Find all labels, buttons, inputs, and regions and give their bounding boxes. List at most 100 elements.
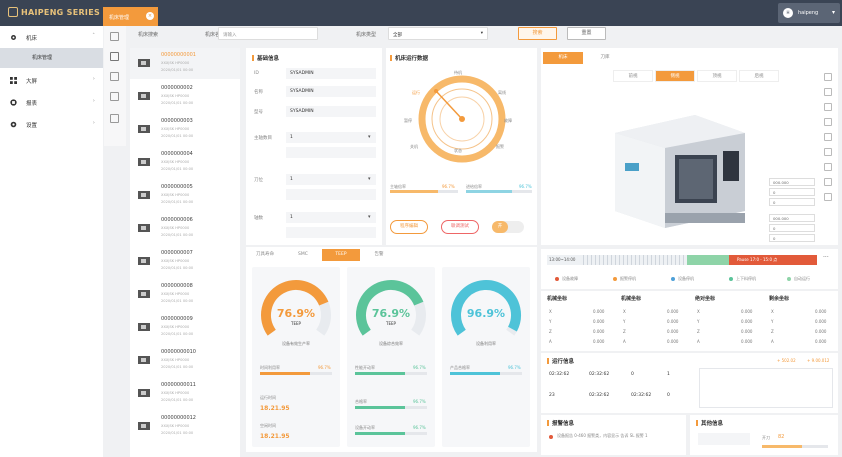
more-icon[interactable]: ···: [823, 254, 829, 261]
search-button[interactable]: 搜索: [518, 27, 557, 40]
chevron-right-icon: ›: [92, 76, 95, 82]
sidebar-item-report[interactable]: 报表 ›: [0, 94, 103, 112]
gauge-label: 设备综合效率: [379, 341, 403, 346]
runtime-title: 机床运行数据: [390, 54, 428, 62]
debug-test-button[interactable]: 联调测试: [441, 220, 479, 234]
view-tab-2[interactable]: 顶视: [697, 70, 737, 82]
position-select[interactable]: 0: [769, 188, 815, 196]
chevron-up-icon: ˄: [92, 33, 95, 39]
gauge-card: 96.9% 设备利用率 产品合格率 96.7%: [442, 267, 530, 447]
coord-axis: X: [771, 309, 774, 314]
sidebar-item-dashboard[interactable]: 大屏 ›: [0, 72, 103, 90]
legend-label: 设备停机: [678, 276, 694, 281]
field-value[interactable]: 1: [286, 174, 376, 185]
list-item[interactable]: 0000000003 XXXJSK HP0000 2020/01/01 00:00: [130, 114, 240, 145]
viewer-tab-1[interactable]: 刀库: [585, 52, 625, 64]
coord-axis: Z: [623, 329, 626, 334]
list-item[interactable]: 00000000010 XXXJSK HP0000 2020/01/01 00:00: [130, 345, 240, 376]
machine-s1: XXXJSK HP0000: [161, 391, 190, 395]
viewer-tool-icon[interactable]: [824, 103, 832, 111]
field-value[interactable]: 1: [286, 212, 376, 223]
view-tab-1[interactable]: 侧视: [655, 70, 695, 82]
view-tab-0[interactable]: 前视: [613, 70, 653, 82]
run-info-panel: 运行信息 + 502.02 + 9.00.012 02:32:62 02:32:…: [541, 353, 838, 413]
power-toggle[interactable]: 开: [492, 221, 524, 233]
viewer-tab-0[interactable]: 机床: [543, 52, 583, 64]
copy-icon[interactable]: [110, 92, 119, 101]
field-label: 刀位: [254, 178, 263, 183]
viewer-tool-icon[interactable]: [824, 73, 832, 81]
machine-s1: XXXJSK HP0000: [161, 325, 190, 329]
viewer-tool-icon[interactable]: [824, 163, 832, 171]
list-item[interactable]: 00000000012 XXXJSK HP0000 2020/01/01 00:00: [130, 411, 240, 442]
reset-button[interactable]: 重置: [567, 27, 606, 40]
coord-value: 0.000: [741, 339, 753, 344]
viewer-tool-icon[interactable]: [824, 88, 832, 96]
export-icon[interactable]: [110, 114, 119, 123]
viewer-tool-icon[interactable]: [824, 178, 832, 186]
other-input[interactable]: [698, 433, 750, 445]
machine-icon: [138, 422, 150, 430]
list-item[interactable]: 0000000004 XXXJSK HP0000 2020/01/01 00:00: [130, 147, 240, 178]
viewer-tool-icon[interactable]: [824, 118, 832, 126]
position-select[interactable]: 0: [769, 198, 815, 206]
list-item[interactable]: 0000000008 XXXJSK HP0000 2020/01/01 00:00: [130, 279, 240, 310]
list-item[interactable]: 0000000007 XXXJSK HP0000 2020/01/01 00:00: [130, 246, 240, 277]
user-menu[interactable]: H haipeng ▾: [778, 3, 840, 23]
field-label: ID: [254, 71, 259, 76]
filter-bar: 机床搜索 机床名称 请输入 机床类型 全部 ▾ 搜索 重置: [130, 26, 842, 44]
logo-icon: [8, 7, 18, 17]
field-label: 型号: [254, 110, 263, 115]
view-tab-3[interactable]: 后视: [739, 70, 779, 82]
field-value: SYSADMIN: [286, 86, 376, 97]
coord-axis: A: [549, 339, 552, 344]
machine-code: 0000000009: [161, 316, 193, 322]
sidebar-item-machine-management[interactable]: 机床管理: [0, 48, 103, 68]
sidebar-item-machine[interactable]: 机床 ˄: [0, 29, 103, 47]
delete-icon[interactable]: [110, 72, 119, 81]
add-icon[interactable]: [110, 52, 119, 61]
machine-code: 0000000006: [161, 217, 193, 223]
viewer-tool-icon[interactable]: [824, 133, 832, 141]
position-select[interactable]: 0: [769, 224, 815, 232]
machine-icon: [138, 92, 150, 100]
home-icon[interactable]: [110, 32, 119, 41]
tab-0[interactable]: 刀具寿命: [246, 249, 284, 261]
chevron-down-icon: ▾: [480, 31, 483, 36]
coord-value: 0.000: [815, 309, 827, 314]
stat-value: 96.7%: [318, 365, 331, 370]
tab-machine-management[interactable]: 机床管理 ×: [103, 7, 158, 26]
machine-code: 0000000005: [161, 184, 193, 190]
machine-s1: XXXJSK HP0000: [161, 424, 190, 428]
list-item[interactable]: 00000000011 XXXJSK HP0000 2020/01/01 00:00: [130, 378, 240, 409]
gauge-value: 76.9%: [276, 307, 316, 320]
machine-icon: [138, 59, 150, 67]
tab-3[interactable]: 告警: [360, 249, 398, 261]
viewer-tool-icon[interactable]: [824, 148, 832, 156]
coord-axis: Y: [623, 319, 626, 324]
tab-1[interactable]: SMC: [284, 249, 322, 261]
position-select[interactable]: 000.000: [769, 214, 815, 222]
machine-icon: [138, 290, 150, 298]
field-value[interactable]: 1: [286, 132, 376, 143]
viewer-tool-icon[interactable]: [824, 193, 832, 201]
tab-2[interactable]: TEEP: [322, 249, 360, 261]
machine-type-select[interactable]: 全部 ▾: [388, 27, 488, 40]
legend-label: 报警停机: [620, 276, 636, 281]
list-item[interactable]: 0000000002 XXXJSK HP0000 2020/01/01 00:00: [130, 81, 240, 112]
report-icon: [10, 99, 17, 106]
list-item[interactable]: 0000000006 XXXJSK HP0000 2020/01/01 00:00: [130, 213, 240, 244]
program-edit-button[interactable]: 程序编辑: [390, 220, 428, 234]
list-item[interactable]: 0000000005 XXXJSK HP0000 2020/01/01 00:00: [130, 180, 240, 211]
close-icon[interactable]: ×: [146, 12, 154, 20]
machine-name-input[interactable]: 请输入: [218, 27, 318, 40]
list-item[interactable]: 0000000009 XXXJSK HP0000 2020/01/01 00:00: [130, 312, 240, 343]
grid-icon: [10, 77, 17, 84]
sidebar-item-settings[interactable]: 设置 ›: [0, 116, 103, 134]
chevron-down-icon: ▾: [368, 134, 371, 140]
position-select[interactable]: 000.000: [769, 178, 815, 186]
machine-code: 0000000003: [161, 118, 193, 124]
machine-s2: 2020/01/01 00:00: [161, 200, 194, 204]
position-select[interactable]: 0: [769, 234, 815, 242]
list-item[interactable]: 00000000001 XXXJSK HP0000 2020/01/01 00:00: [130, 48, 240, 79]
